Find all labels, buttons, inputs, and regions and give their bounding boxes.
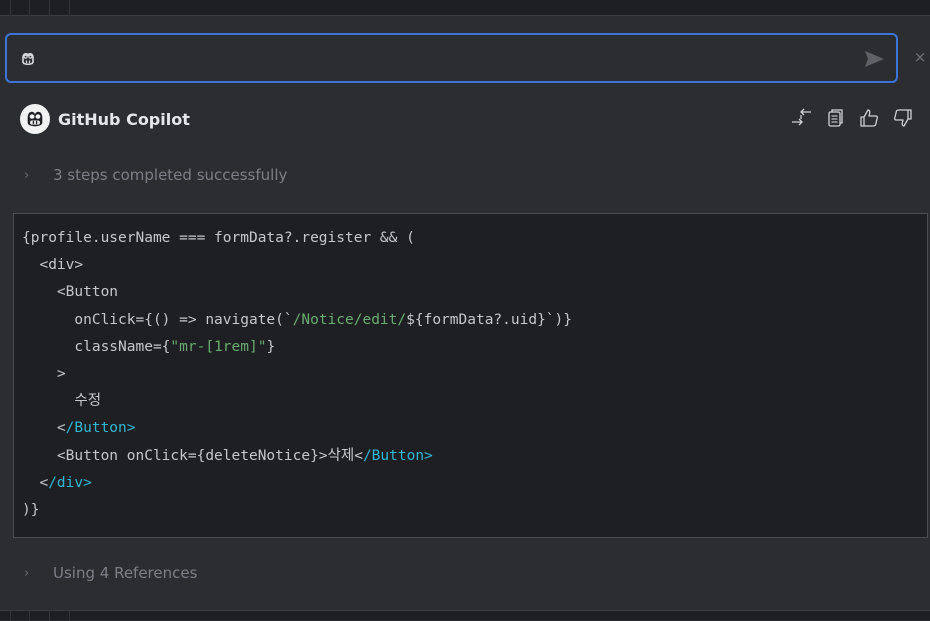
- code-token: <: [22, 420, 66, 437]
- bottom-toolbar-strip: [0, 610, 930, 621]
- code-token: {profile.userName === formData?.register…: [22, 230, 415, 246]
- chevron-right-icon: ›: [24, 565, 30, 581]
- insert-button[interactable]: [790, 107, 812, 129]
- code-line: </Button>: [22, 415, 572, 442]
- code-block: {profile.userName === formData?.register…: [13, 213, 928, 538]
- code-token: )}: [22, 502, 40, 519]
- code-token: <: [22, 474, 49, 491]
- send-icon: [865, 51, 884, 67]
- code-line: onClick={() => navigate(`/Notice/edit/${…: [22, 307, 572, 334]
- chat-prompt-box[interactable]: [5, 33, 898, 83]
- prompt-input[interactable]: [47, 43, 847, 73]
- toolbar-cell: [30, 0, 50, 16]
- copy-icon: [828, 109, 843, 127]
- code-line: className={"mr-[1rem]"}: [22, 334, 572, 361]
- code-token: onClick={() => navigate(`: [22, 311, 293, 328]
- toolbar-cell: [11, 0, 30, 16]
- code-line: <Button: [22, 279, 572, 306]
- copilot-icon: [27, 111, 43, 127]
- thumbs-up-button[interactable]: [858, 107, 880, 129]
- arrows-exchange-icon: [792, 108, 811, 126]
- code-content: {profile.userName === formData?.register…: [22, 225, 572, 524]
- top-toolbar-strip: [0, 0, 930, 16]
- steps-label: 3 steps completed successfully: [53, 166, 288, 184]
- code-line: >: [22, 361, 572, 388]
- code-line: )}: [22, 497, 572, 524]
- code-token: /div>: [48, 474, 92, 491]
- avatar: [20, 104, 50, 134]
- code-line: <div>: [22, 252, 572, 279]
- thumbs-down-button[interactable]: [892, 107, 914, 129]
- code-line: {profile.userName === formData?.register…: [22, 225, 572, 252]
- thumbs-up-icon: [860, 109, 878, 127]
- code-token: 수정: [22, 393, 102, 410]
- references-label: Using 4 References: [53, 564, 198, 582]
- code-token: "mr-[1rem]": [170, 338, 267, 355]
- thumbs-down-icon: [894, 109, 912, 127]
- code-token: >: [22, 366, 66, 383]
- code-token: <div>: [22, 257, 84, 274]
- toolbar-cell: [0, 0, 11, 16]
- references-toggle[interactable]: › Using 4 References: [24, 564, 197, 582]
- code-token: className={: [22, 338, 171, 355]
- code-token: /Button>: [362, 447, 433, 464]
- steps-toggle[interactable]: › 3 steps completed successfully: [24, 166, 287, 184]
- copy-button[interactable]: [824, 107, 846, 129]
- copilot-icon: [22, 52, 34, 66]
- response-header: GitHub Copilot: [20, 104, 190, 134]
- response-actions: [790, 107, 914, 129]
- code-line: <Button onClick={deleteNotice}>삭제</Butto…: [22, 443, 572, 470]
- assistant-name: GitHub Copilot: [58, 109, 190, 129]
- code-token: /Button>: [65, 420, 136, 437]
- code-line: </div>: [22, 470, 572, 497]
- code-line: 수정: [22, 388, 572, 415]
- chevron-right-icon: ›: [24, 167, 30, 183]
- code-token: <Button onClick={deleteNotice}>삭제<: [22, 447, 363, 464]
- toolbar-cell: [50, 0, 70, 16]
- close-button[interactable]: ×: [913, 50, 927, 65]
- code-token: /Notice/edit/: [292, 311, 407, 328]
- send-button[interactable]: [862, 49, 886, 69]
- code-token: <Button: [22, 284, 119, 301]
- code-token: }: [266, 338, 276, 355]
- code-token: ${formData?.uid}`)}: [406, 311, 572, 328]
